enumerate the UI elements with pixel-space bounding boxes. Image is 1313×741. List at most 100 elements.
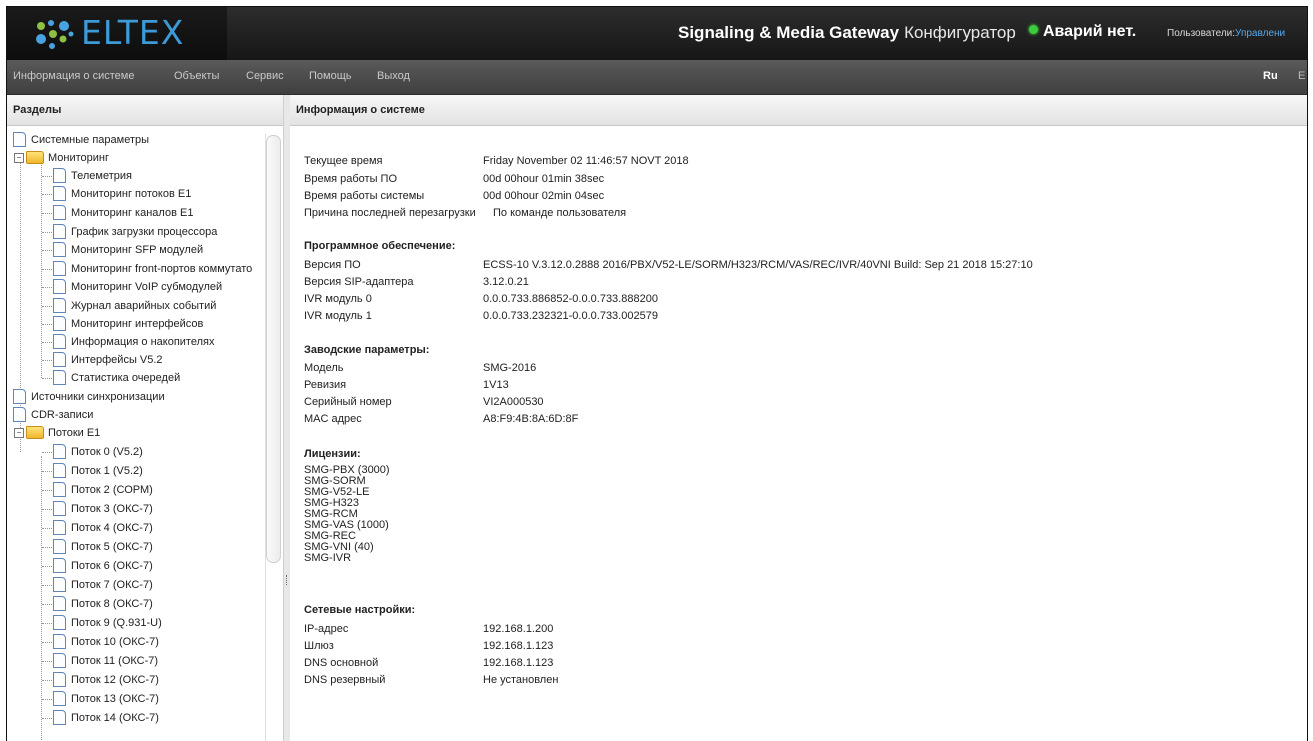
tree-branch xyxy=(42,680,52,681)
lang-ru[interactable]: Ru xyxy=(1263,70,1278,82)
tree-item-e1-streams[interactable]: − Потоки E1 xyxy=(14,424,100,442)
tree-item-e1-streams-monitoring[interactable]: Мониторинг потоков E1 xyxy=(53,185,191,203)
document-icon xyxy=(13,406,26,422)
label-ip: IP-адрес xyxy=(304,623,349,635)
tree-item-telemetry[interactable]: Телеметрия xyxy=(53,167,132,185)
users-link[interactable]: Управлени xyxy=(1235,28,1285,39)
alarm-status-text: Аварий нет. xyxy=(1043,23,1137,40)
value-dns-secondary: Не установлен xyxy=(483,674,559,686)
tree-item-stream-10[interactable]: Поток 10 (ОКС-7) xyxy=(53,633,159,651)
tree-item-label: Поток 4 (ОКС-7) xyxy=(71,522,153,534)
tree-item-label: Поток 14 (ОКС-7) xyxy=(71,712,159,724)
value-sw-version: ECSS-10 V.3.12.0.2888 2016/PBX/V52-LE/SO… xyxy=(483,259,1033,271)
label-reboot-reason: Причина последней перезагрузки xyxy=(304,207,476,219)
tree-item-stream-14[interactable]: Поток 14 (ОКС-7) xyxy=(53,709,159,727)
lang-en[interactable]: E xyxy=(1298,70,1305,82)
label-dns-primary: DNS основной xyxy=(304,657,379,669)
tree-item-stream-3[interactable]: Поток 3 (ОКС-7) xyxy=(53,500,153,518)
tree-branch xyxy=(42,269,52,270)
sections-tree: Системные параметры − Мониторинг Телеметр… xyxy=(7,126,265,741)
tree-item-label: Поток 3 (ОКС-7) xyxy=(71,503,153,515)
license-item: SMG-REC xyxy=(304,530,356,542)
label-sip-version: Версия SIP-адаптера xyxy=(304,276,414,288)
tree-item-storage-info[interactable]: Информация о накопителях xyxy=(53,333,214,351)
tree-branch xyxy=(42,585,52,586)
menu-objects[interactable]: Объекты xyxy=(174,70,219,82)
tree-item-stream-11[interactable]: Поток 11 (ОКС-7) xyxy=(53,652,158,670)
tree-item-front-ports-monitoring[interactable]: Мониторинг front-портов коммутато xyxy=(53,260,252,278)
splitter-grip-icon[interactable] xyxy=(286,575,289,585)
tree-item-stream-4[interactable]: Поток 4 (ОКС-7) xyxy=(53,519,153,537)
collapse-icon[interactable]: − xyxy=(14,153,24,164)
sidebar-scrollbar-thumb[interactable] xyxy=(266,135,281,563)
tree-item-label: Поток 6 (ОКС-7) xyxy=(71,560,153,572)
license-item: SMG-RCM xyxy=(304,508,358,520)
tree-item-stream-6[interactable]: Поток 6 (ОКС-7) xyxy=(53,557,153,575)
tree-item-stream-7[interactable]: Поток 7 (ОКС-7) xyxy=(53,576,153,594)
tree-item-sync-sources[interactable]: Источники синхронизации xyxy=(13,388,165,406)
menu-exit[interactable]: Выход xyxy=(377,70,410,82)
tree-branch xyxy=(42,194,52,195)
tree-item-monitoring[interactable]: − Мониторинг xyxy=(14,149,109,167)
document-icon xyxy=(53,538,66,554)
label-dns-secondary: DNS резервный xyxy=(304,674,386,686)
tree-item-stream-2[interactable]: Поток 2 (СОРМ) xyxy=(53,481,153,499)
tree-item-stream-9[interactable]: Поток 9 (Q.931-U) xyxy=(53,614,162,632)
network-section-title: Сетевые настройки: xyxy=(304,604,416,616)
software-section-title: Программное обеспечение: xyxy=(304,240,456,252)
document-icon xyxy=(53,557,66,573)
tree-branch xyxy=(42,699,52,700)
tree-item-label: Поток 10 (ОКС-7) xyxy=(71,636,159,648)
main-menu: Информация о системе Объекты Сервис Помо… xyxy=(7,60,1307,95)
tree-branch xyxy=(42,176,52,177)
document-icon xyxy=(53,519,66,535)
tree-item-label: Источники синхронизации xyxy=(31,391,165,403)
tree-item-queue-stats[interactable]: Статистика очередей xyxy=(53,369,180,387)
tree-branch xyxy=(42,528,52,529)
tree-item-stream-13[interactable]: Поток 13 (ОКС-7) xyxy=(53,690,159,708)
document-icon xyxy=(53,297,66,313)
tree-branch xyxy=(42,324,52,325)
tree-item-alarm-log[interactable]: Журнал аварийных событий xyxy=(53,297,216,315)
collapse-icon[interactable]: − xyxy=(14,428,24,439)
tree-item-voip-monitoring[interactable]: Мониторинг VoIP субмодулей xyxy=(53,278,222,296)
tree-item-label: Поток 8 (ОКС-7) xyxy=(71,598,153,610)
tree-item-stream-5[interactable]: Поток 5 (ОКС-7) xyxy=(53,538,153,556)
eltex-logo-icon xyxy=(36,20,74,49)
tree-item-e1-channels-monitoring[interactable]: Мониторинг каналов E1 xyxy=(53,204,193,222)
tree-item-label: Мониторинг VoIP субмодулей xyxy=(71,281,223,293)
page-title: Информация о системе xyxy=(290,95,1307,126)
tree-item-cdr[interactable]: CDR-записи xyxy=(13,406,93,424)
label-current-time: Текущее время xyxy=(304,155,383,167)
tree-item-label: Поток 7 (ОКС-7) xyxy=(71,579,153,591)
tree-item-label: Журнал аварийных событий xyxy=(71,300,217,312)
document-icon xyxy=(53,351,66,367)
menu-system-info[interactable]: Информация о системе xyxy=(13,70,134,82)
value-ip: 192.168.1.200 xyxy=(483,623,554,635)
eltex-logo: ELTEX xyxy=(7,7,227,60)
menu-help[interactable]: Помощь xyxy=(309,70,352,82)
tree-item-stream-0[interactable]: Поток 0 (V5.2) xyxy=(53,443,143,461)
label-revision: Ревизия xyxy=(304,379,347,391)
tree-item-v52-interfaces[interactable]: Интерфейсы V5.2 xyxy=(53,351,163,369)
alarm-status[interactable]: Аварий нет. xyxy=(1029,23,1136,41)
label-mac: MAC адрес xyxy=(304,413,362,425)
tree-branch xyxy=(42,604,52,605)
tree-item-stream-8[interactable]: Поток 8 (ОКС-7) xyxy=(53,595,153,613)
menu-service[interactable]: Сервис xyxy=(246,70,284,82)
tree-item-interfaces-monitoring[interactable]: Мониторинг интерфейсов xyxy=(53,315,203,333)
users-info: Пользователи:Управлени xyxy=(1167,28,1285,39)
document-icon xyxy=(53,167,66,183)
tree-item-stream-1[interactable]: Поток 1 (V5.2) xyxy=(53,462,143,480)
tree-item-cpu-graph[interactable]: График загрузки процессора xyxy=(53,223,217,241)
app-window: ELTEX Signaling & Media Gateway Конфигура… xyxy=(6,6,1308,741)
tree-item-stream-12[interactable]: Поток 12 (ОКС-7) xyxy=(53,671,159,689)
document-icon xyxy=(53,204,66,220)
label-model: Модель xyxy=(304,362,344,374)
tree-item-system-params[interactable]: Системные параметры xyxy=(13,131,149,149)
tree-branch xyxy=(42,642,52,643)
tree-item-label: Поток 9 (Q.931-U) xyxy=(71,617,162,629)
document-icon xyxy=(53,462,66,478)
tree-item-sfp-monitoring[interactable]: Мониторинг SFP модулей xyxy=(53,241,203,259)
document-icon xyxy=(53,481,66,497)
